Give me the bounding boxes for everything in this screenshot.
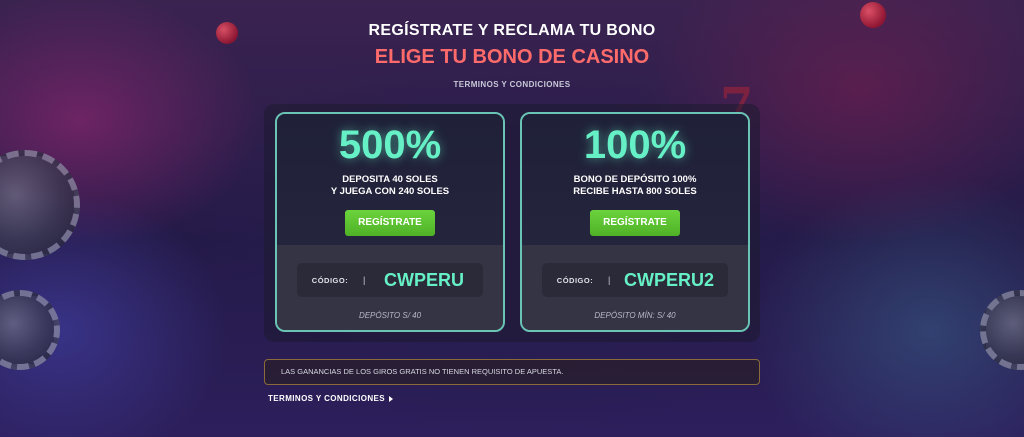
terms-conditions-link[interactable]: TERMINOS Y CONDICIONES [268,394,393,403]
deposit-requirement: DEPÓSITO S/ 40 [358,311,422,320]
promo-code-label: CÓDIGO: [556,275,594,285]
bonus-percent: 500% [338,123,442,167]
bonus-description-line2: RECIBE HASTA 800 SOLES [573,186,697,197]
bonus-description-line2: Y JUEGA CON 240 SOLES [330,186,450,197]
offers-container: 500% DEPOSITA 40 SOLES Y JUEGA CON 240 S… [264,104,760,342]
caret-right-icon [388,395,393,402]
bonus-description: BONO DE DEPÓSITO 100% RECIBE HASTA 800 S… [522,174,748,198]
bonus-description: DEPOSITA 40 SOLES Y JUEGA CON 240 SOLES [277,174,503,198]
bonus-card-bottom: CÓDIGO: | CWPERU DEPÓSITO S/ 40 [277,245,503,330]
bonus-card-500: 500% DEPOSITA 40 SOLES Y JUEGA CON 240 S… [275,112,505,332]
promo-header: REGÍSTRATE Y RECLAMA TU BONO ELIGE TU BO… [0,20,1024,89]
promo-code-box[interactable]: CÓDIGO: | CWPERU2 [542,263,728,297]
header-terms-text[interactable]: TERMINOS Y CONDICIONES [0,80,1024,89]
deposit-requirement: DEPÓSITO MÍN: S/ 40 [594,311,676,320]
bonus-card-top: 100% BONO DE DEPÓSITO 100% RECIBE HASTA … [522,114,748,245]
promo-code-label: CÓDIGO: [311,275,349,285]
promo-code-value[interactable]: CWPERU [365,270,483,291]
promo-code-box[interactable]: CÓDIGO: | CWPERU [297,263,483,297]
promo-code-value[interactable]: CWPERU2 [610,270,728,291]
register-button[interactable]: REGÍSTRATE [345,210,435,236]
register-button[interactable]: REGÍSTRATE [590,210,680,236]
terms-conditions-label: TERMINOS Y CONDICIONES [268,394,385,403]
register-title: REGÍSTRATE Y RECLAMA TU BONO [368,22,656,39]
bonus-card-100: 100% BONO DE DEPÓSITO 100% RECIBE HASTA … [520,112,750,332]
bonus-description-line1: BONO DE DEPÓSITO 100% [573,174,697,185]
free-spins-notice: LAS GANANCIAS DE LOS GIROS GRATIS NO TIE… [264,359,760,385]
bonus-percent: 100% [583,123,687,167]
choose-bonus-title: ELIGE TU BONO DE CASINO [374,46,650,68]
bonus-card-bottom: CÓDIGO: | CWPERU2 DEPÓSITO MÍN: S/ 40 [522,245,748,330]
bonus-description-line1: DEPOSITA 40 SOLES [342,174,438,185]
bonus-card-top: 500% DEPOSITA 40 SOLES Y JUEGA CON 240 S… [277,114,503,245]
